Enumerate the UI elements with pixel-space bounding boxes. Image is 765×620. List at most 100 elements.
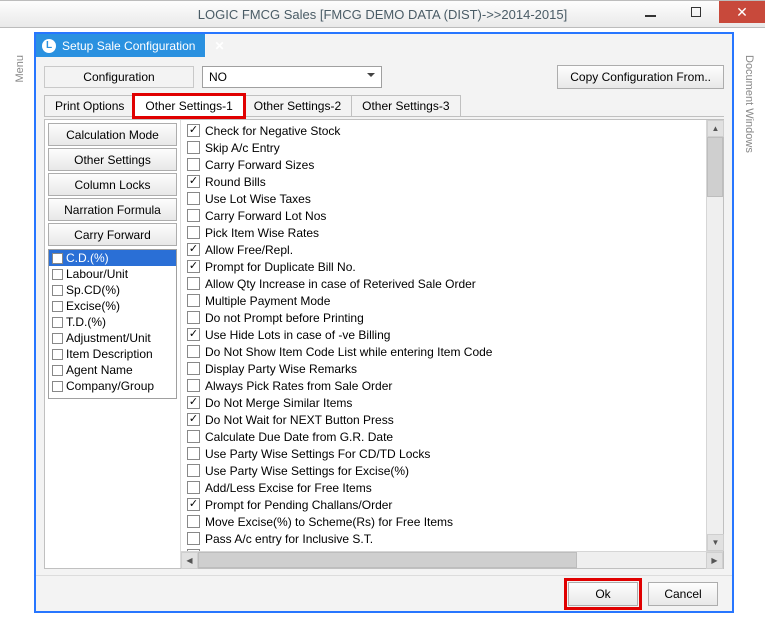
- ok-button[interactable]: Ok: [568, 582, 638, 606]
- checkbox-icon[interactable]: [187, 141, 200, 154]
- checklist-row[interactable]: Do Not Show Item Code List while enterin…: [187, 343, 721, 360]
- copy-configuration-button[interactable]: Copy Configuration From..: [557, 65, 724, 89]
- scroll-up-icon[interactable]: ▲: [707, 120, 724, 137]
- checklist-row[interactable]: Round Bills: [187, 173, 721, 190]
- checkbox-icon[interactable]: [187, 124, 200, 137]
- document-windows-side-label[interactable]: Document Windows: [743, 55, 755, 153]
- scroll-right-icon[interactable]: ▶: [706, 552, 723, 569]
- checkbox-icon[interactable]: [187, 158, 200, 171]
- checkbox-icon[interactable]: [187, 498, 200, 511]
- checklist-row[interactable]: Calculate Due Date from G.R. Date: [187, 428, 721, 445]
- carry-forward-item[interactable]: Adjustment/Unit: [49, 330, 176, 346]
- checklist-row[interactable]: Allow Free/Repl.: [187, 241, 721, 258]
- checkbox-icon[interactable]: [52, 301, 63, 312]
- checkbox-icon[interactable]: [187, 413, 200, 426]
- tab-print-options[interactable]: Print Options: [44, 95, 135, 117]
- checklist-row[interactable]: Do Not Wait for NEXT Button Press: [187, 411, 721, 428]
- maximize-button[interactable]: [673, 1, 719, 23]
- checklist-row[interactable]: Add/Less Excise for Free Items: [187, 479, 721, 496]
- scroll-thumb[interactable]: [707, 137, 723, 197]
- carry-forward-item[interactable]: C.D.(%): [49, 250, 176, 266]
- checklist-row[interactable]: Check for Negative Stock: [187, 122, 721, 139]
- column-locks-button[interactable]: Column Locks: [48, 173, 177, 196]
- checkbox-icon[interactable]: [187, 328, 200, 341]
- checkbox-icon[interactable]: [52, 333, 63, 344]
- checkbox-icon[interactable]: [52, 381, 63, 392]
- tab-other-settings-3[interactable]: Other Settings-3: [351, 95, 460, 117]
- menu-side-label[interactable]: Menu: [14, 55, 26, 83]
- checkbox-icon[interactable]: [187, 294, 200, 307]
- document-tab[interactable]: L Setup Sale Configuration: [36, 34, 205, 57]
- configuration-combo-value: NO: [209, 70, 227, 84]
- checklist-row[interactable]: Skip A/c Entry: [187, 139, 721, 156]
- scroll-down-icon[interactable]: ▼: [707, 534, 724, 551]
- checkbox-icon[interactable]: [187, 192, 200, 205]
- tab-other-settings-2[interactable]: Other Settings-2: [243, 95, 352, 117]
- checklist-row[interactable]: Pick Item Wise Rates: [187, 224, 721, 241]
- checkbox-icon[interactable]: [187, 532, 200, 545]
- checkbox-icon[interactable]: [52, 285, 63, 296]
- carry-forward-item[interactable]: Agent Name: [49, 362, 176, 378]
- checkbox-icon[interactable]: [52, 365, 63, 376]
- checkbox-icon[interactable]: [187, 379, 200, 392]
- checklist-row[interactable]: Prompt for Pending Challans/Order: [187, 496, 721, 513]
- scroll-left-icon[interactable]: ◀: [181, 552, 198, 569]
- checklist-row[interactable]: Move Excise(%) to Scheme(Rs) for Free It…: [187, 513, 721, 530]
- checklist-row[interactable]: Pass A/c entry for Inclusive S.T.: [187, 530, 721, 547]
- minimize-button[interactable]: [627, 1, 673, 23]
- configuration-combo[interactable]: NO: [202, 66, 382, 88]
- checklist-row[interactable]: Carry Forward Sizes: [187, 156, 721, 173]
- checkbox-icon[interactable]: [52, 349, 63, 360]
- carry-forward-item[interactable]: Sp.CD(%): [49, 282, 176, 298]
- checkbox-icon[interactable]: [187, 175, 200, 188]
- checklist-row[interactable]: Do not Prompt before Printing: [187, 309, 721, 326]
- document-tab-close[interactable]: ✕: [205, 34, 232, 57]
- checklist-row[interactable]: Use Hide Lots in case of -ve Billing: [187, 326, 721, 343]
- horizontal-scrollbar[interactable]: ◀ ▶: [181, 551, 723, 568]
- calculation-mode-button[interactable]: Calculation Mode: [48, 123, 177, 146]
- checklist-row[interactable]: Use Lot Wise Taxes: [187, 190, 721, 207]
- carry-forward-button[interactable]: Carry Forward: [48, 223, 177, 246]
- carry-forward-item[interactable]: Labour/Unit: [49, 266, 176, 282]
- checklist-row[interactable]: Allow Qty Increase in case of Reterived …: [187, 275, 721, 292]
- checklist-row[interactable]: Prompt for Duplicate Bill No.: [187, 258, 721, 275]
- checklist-label: Use Hide Lots in case of -ve Billing: [205, 328, 390, 342]
- checkbox-icon[interactable]: [52, 269, 63, 280]
- checkbox-icon[interactable]: [52, 317, 63, 328]
- checklist-row[interactable]: Carry Forward Lot Nos: [187, 207, 721, 224]
- checklist-row[interactable]: Display Party Wise Remarks: [187, 360, 721, 377]
- checkbox-icon[interactable]: [187, 396, 200, 409]
- checkbox-icon[interactable]: [187, 481, 200, 494]
- checkbox-icon[interactable]: [187, 430, 200, 443]
- vertical-scrollbar[interactable]: ▲ ▼: [706, 120, 723, 551]
- close-button[interactable]: ✕: [719, 1, 765, 23]
- checklist-row[interactable]: Multiple Payment Mode: [187, 292, 721, 309]
- hscroll-thumb[interactable]: [198, 552, 577, 568]
- other-settings-button[interactable]: Other Settings: [48, 148, 177, 171]
- checklist-row[interactable]: Always Pick Rates from Sale Order: [187, 377, 721, 394]
- carry-forward-list[interactable]: C.D.(%)Labour/UnitSp.CD(%)Excise(%)T.D.(…: [48, 249, 177, 399]
- checkbox-icon[interactable]: [187, 464, 200, 477]
- checkbox-icon[interactable]: [187, 447, 200, 460]
- carry-forward-item[interactable]: T.D.(%): [49, 314, 176, 330]
- checkbox-icon[interactable]: [187, 260, 200, 273]
- checkbox-icon[interactable]: [187, 515, 200, 528]
- cancel-button[interactable]: Cancel: [648, 582, 718, 606]
- carry-forward-item[interactable]: Company/Group: [49, 378, 176, 394]
- carry-forward-item[interactable]: Item Description: [49, 346, 176, 362]
- carry-forward-item[interactable]: Excise(%): [49, 298, 176, 314]
- checkbox-icon[interactable]: [187, 311, 200, 324]
- checklist-row[interactable]: Do Not Merge Similar Items: [187, 394, 721, 411]
- checkbox-icon[interactable]: [187, 362, 200, 375]
- checkbox-icon[interactable]: [52, 253, 63, 264]
- narration-formula-button[interactable]: Narration Formula: [48, 198, 177, 221]
- checkbox-icon[interactable]: [187, 277, 200, 290]
- checkbox-icon[interactable]: [187, 209, 200, 222]
- checkbox-icon[interactable]: [187, 243, 200, 256]
- checklist-row[interactable]: Use Party Wise Settings for Excise(%): [187, 462, 721, 479]
- left-pane: Calculation Mode Other Settings Column L…: [45, 120, 180, 568]
- checkbox-icon[interactable]: [187, 345, 200, 358]
- checkbox-icon[interactable]: [187, 226, 200, 239]
- checklist-row[interactable]: Use Party Wise Settings For CD/TD Locks: [187, 445, 721, 462]
- tab-other-settings-1[interactable]: Other Settings-1: [134, 95, 243, 117]
